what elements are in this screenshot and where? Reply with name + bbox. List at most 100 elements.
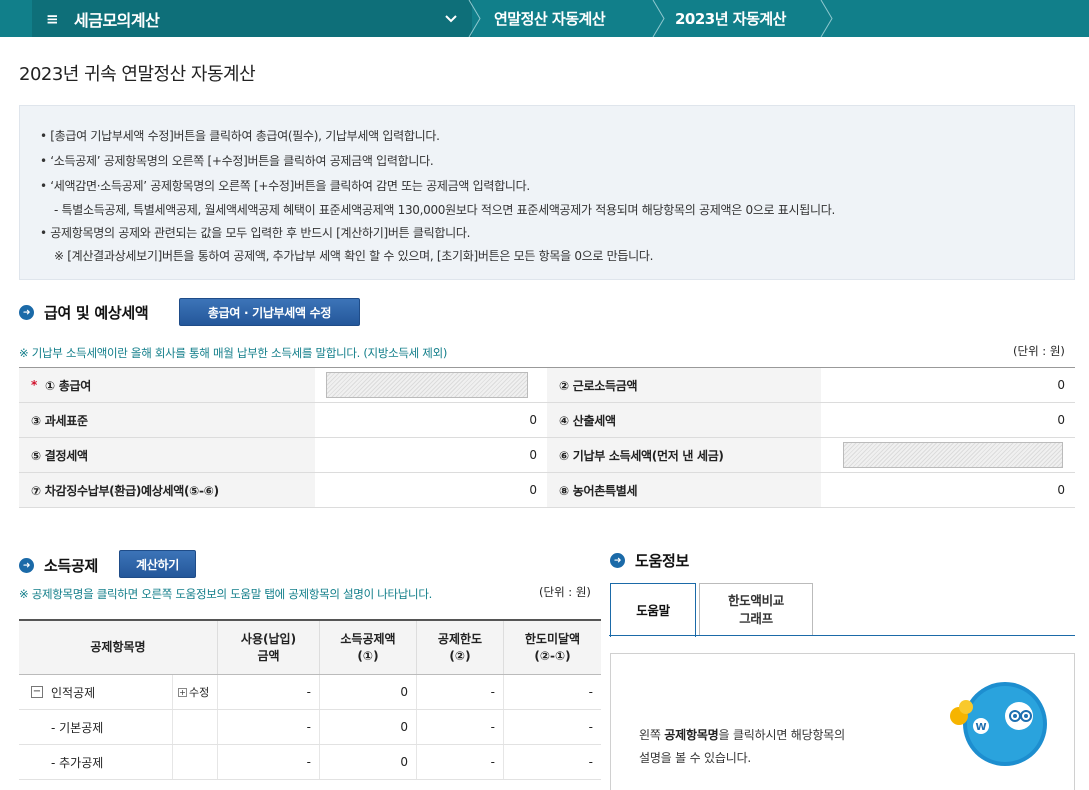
help-heading-text: 도움정보	[635, 552, 690, 570]
help-text-pre: 왼쪽	[639, 728, 665, 742]
used-amount: -	[217, 745, 319, 779]
arrow-circle-icon: ➜	[610, 553, 625, 568]
salary-unit: (단위 : 원)	[1013, 344, 1065, 358]
help-section-heading: ➜ 도움정보	[610, 550, 689, 571]
deduction-amount: 0	[319, 710, 416, 744]
breadcrumb-item-year-end[interactable]: 연말정산 자동계산	[494, 0, 606, 37]
used-amount: -	[217, 710, 319, 744]
mascot-icon: W	[949, 680, 1047, 768]
mascot-letter: W	[975, 722, 986, 733]
salary-label-gross: * ① 총급여	[19, 368, 315, 402]
edit-label: 수정	[189, 686, 210, 699]
plus-icon: +	[178, 687, 187, 697]
tax-base-value: 0	[529, 413, 537, 427]
deduction-amount: 0	[319, 745, 416, 779]
salary-label-rural-tax: ⑧ 농어촌특별세	[547, 473, 821, 507]
arrow-circle-icon: ➜	[19, 558, 34, 573]
deduction-unit: (단위 : 원)	[539, 585, 591, 599]
site-title[interactable]: 세금모의계산	[74, 7, 160, 31]
deduction-item-additional[interactable]: - 추가공제	[19, 745, 172, 779]
page-title: 2023년 귀속 연말정산 자동계산	[19, 64, 256, 85]
gross-salary-cell	[315, 368, 547, 402]
limit-amount: -	[416, 745, 503, 779]
empty-cell	[172, 710, 217, 744]
deduction-item-basic[interactable]: - 기본공제	[19, 710, 172, 744]
hamburger-icon[interactable]: ≡	[46, 10, 60, 28]
help-content-box: 왼쪽 공제항목명을 클릭하시면 해당항목의 설명을 볼 수 있습니다. W	[610, 653, 1075, 790]
salary-note: ※ 기납부 소득세액이란 올해 회사를 통해 매월 납부한 소득세를 말합니다.…	[19, 346, 448, 360]
breadcrumb-separator-icon	[652, 0, 666, 37]
rural-tax-value: 0	[1057, 483, 1065, 497]
salary-label-expected-refund: ⑦ 차감징수납부(환급)예상세액(⑤-⑥)	[19, 473, 315, 507]
help-text-post: 을 클릭하시면 해당항목의	[718, 728, 846, 742]
tab-help[interactable]: 도움말	[610, 583, 696, 637]
computed-tax-value: 0	[1057, 413, 1065, 427]
limit-amount: -	[416, 710, 503, 744]
notice-subline: - 특별소득공제, 특별세액공제, 월세액세액공제 혜택이 표준세액공제액 13…	[54, 203, 836, 217]
salary-label-tax-base: ③ 과세표준	[19, 403, 315, 437]
arrow-circle-icon: ➜	[19, 305, 34, 320]
deduction-item-personal[interactable]: − 인적공제	[19, 675, 172, 709]
edit-salary-button[interactable]: 총급여 · 기납부세액 수정	[179, 298, 360, 326]
collapse-icon[interactable]: −	[31, 686, 43, 698]
tab-underline	[609, 635, 1075, 636]
tab-limit-graph[interactable]: 한도액비교 그래프	[699, 583, 813, 636]
shortfall-amount: -	[503, 710, 601, 744]
notice-subline: ※ [계산결과상세보기]버튼을 통하여 공제액, 추가납부 세액 확인 할 수 …	[54, 249, 654, 263]
deduction-table: 공제항목명 사용(납입) 금액 소득공제액 (①) 공제한도 (②) 한도미달액…	[19, 619, 601, 780]
table-row: - 추가공제 - 0 - -	[19, 745, 601, 780]
salary-label-earned-income: ② 근로소득금액	[547, 368, 821, 402]
expected-refund-value: 0	[529, 483, 537, 497]
notice-line: • ‘세액감면·소득공제’ 공제항목명의 오른쪽 [+수정]버튼을 클릭하여 감…	[40, 179, 530, 193]
table-row: − 인적공제 + 수정 - 0 - -	[19, 675, 601, 710]
prepaid-tax-input[interactable]	[843, 442, 1063, 468]
empty-cell	[172, 745, 217, 779]
help-text: 왼쪽 공제항목명을 클릭하시면 해당항목의 설명을 볼 수 있습니다.	[639, 724, 845, 770]
col-header-deduction: 소득공제액 (①)	[319, 621, 416, 674]
salary-table: * ① 총급여 ② 근로소득금액 0 ③ 과세표준 0 ④ 산출세액 0 ⑤ 결…	[19, 367, 1075, 508]
salary-section-heading: ➜ 급여 및 예상세액	[19, 302, 149, 323]
col-header-shortfall: 한도미달액 (②-①)	[503, 621, 601, 674]
gross-salary-input[interactable]	[326, 372, 528, 398]
salary-heading-text: 급여 및 예상세액	[44, 304, 149, 322]
prepaid-tax-cell	[821, 438, 1075, 472]
required-mark: *	[31, 378, 37, 392]
notice-line: • ‘소득공제’ 공제항목명의 오른쪽 [+수정]버튼을 클릭하여 공제금액 입…	[40, 154, 434, 168]
notice-box: • [총급여 기납부세액 수정]버튼을 클릭하여 총급여(필수), 기납부세액 …	[19, 105, 1075, 280]
earned-income-value: 0	[1057, 378, 1065, 392]
notice-line: • [총급여 기납부세액 수정]버튼을 클릭하여 총급여(필수), 기납부세액 …	[40, 129, 440, 143]
shortfall-amount: -	[503, 745, 601, 779]
shortfall-amount: -	[503, 675, 601, 709]
top-nav-bar: ≡ 세금모의계산 연말정산 자동계산 2023년 자동계산	[0, 0, 1089, 37]
breadcrumb-separator-icon	[468, 0, 482, 37]
calculate-button[interactable]: 계산하기	[119, 550, 196, 578]
salary-label-computed-tax: ④ 산출세액	[547, 403, 821, 437]
label-text: ① 총급여	[44, 378, 91, 393]
used-amount: -	[217, 675, 319, 709]
col-header-item: 공제항목명	[90, 640, 146, 654]
table-row: * ① 총급여 ② 근로소득금액 0	[19, 368, 1075, 403]
deduction-note: ※ 공제항목명을 클릭하면 오른쪽 도움정보의 도움말 탭에 공제항목의 설명이…	[19, 587, 432, 601]
table-row: ③ 과세표준 0 ④ 산출세액 0	[19, 403, 1075, 438]
salary-label-determined-tax: ⑤ 결정세액	[19, 438, 315, 472]
edit-button[interactable]: + 수정	[172, 675, 217, 709]
limit-amount: -	[416, 675, 503, 709]
col-header-limit: 공제한도 (②)	[416, 621, 503, 674]
menu-area[interactable]: ≡ 세금모의계산	[32, 0, 472, 37]
breadcrumb-separator-icon	[820, 0, 834, 37]
help-text-line2: 설명을 볼 수 있습니다.	[639, 751, 752, 765]
table-row: ⑦ 차감징수납부(환급)예상세액(⑤-⑥) 0 ⑧ 농어촌특별세 0	[19, 473, 1075, 508]
item-name: 인적공제	[51, 685, 96, 700]
help-text-bold: 공제항목명	[664, 728, 719, 742]
col-header-used: 사용(납입) 금액	[217, 621, 319, 674]
salary-label-prepaid-tax: ⑥ 기납부 소득세액(먼저 낸 세금)	[547, 438, 821, 472]
deduction-section-heading: ➜ 소득공제	[19, 555, 98, 576]
determined-tax-value: 0	[529, 448, 537, 462]
chevron-down-icon[interactable]	[440, 0, 462, 37]
table-row: - 기본공제 - 0 - -	[19, 710, 601, 745]
breadcrumb-item-2023[interactable]: 2023년 자동계산	[675, 0, 786, 37]
notice-line: • 공제항목명의 공제와 관련되는 값을 모두 입력한 후 반드시 [계산하기]…	[40, 226, 471, 240]
deduction-heading-text: 소득공제	[44, 557, 99, 575]
table-row: ⑤ 결정세액 0 ⑥ 기납부 소득세액(먼저 낸 세금)	[19, 438, 1075, 473]
deduction-table-header: 공제항목명 사용(납입) 금액 소득공제액 (①) 공제한도 (②) 한도미달액…	[19, 621, 601, 675]
